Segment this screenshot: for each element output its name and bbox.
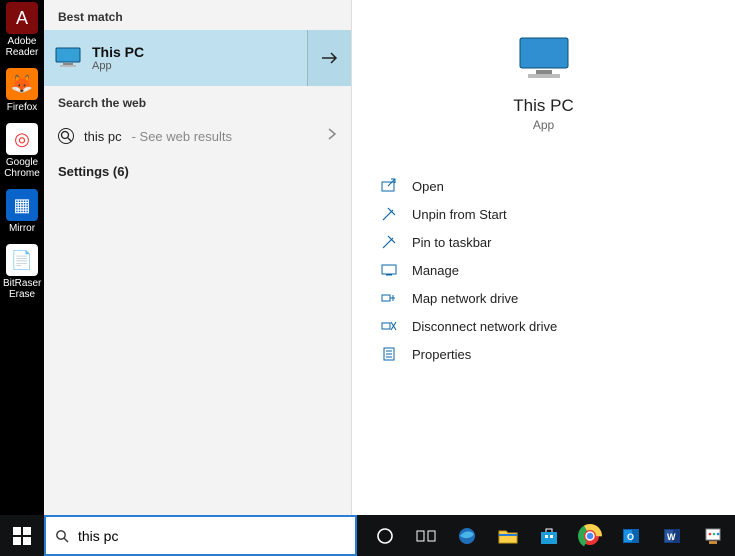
mirror-icon: ▦: [6, 189, 38, 221]
svg-text:O: O: [627, 532, 634, 542]
desktop-icon-bitraser[interactable]: 📄BitRaser Erase: [3, 244, 41, 300]
taskbar-outlook-button[interactable]: O: [613, 515, 649, 556]
action-label: Manage: [412, 263, 459, 278]
action-open[interactable]: Open: [380, 172, 707, 200]
start-search-panel: Best match This PC App Search: [44, 0, 735, 515]
search-icon: [54, 528, 70, 544]
taskbar-word-button[interactable]: W: [654, 515, 690, 556]
desktop-icon-mirror[interactable]: ▦ Mirror: [3, 189, 41, 234]
preview-subtitle: App: [380, 118, 707, 132]
disconnect-network-icon: [380, 317, 398, 335]
action-label: Properties: [412, 347, 471, 362]
action-disconnect-network[interactable]: Disconnect network drive: [380, 312, 707, 340]
taskbar-task-view-button[interactable]: [408, 515, 444, 556]
action-label: Unpin from Start: [412, 207, 507, 222]
action-label: Disconnect network drive: [412, 319, 557, 334]
desktop-icon-google-chrome[interactable]: ◎Google Chrome: [3, 123, 41, 179]
chevron-right-icon: [327, 127, 337, 146]
web-result-hint: - See web results: [132, 129, 232, 144]
taskbar-store-button[interactable]: [531, 515, 567, 556]
taskbar-search-box[interactable]: [44, 515, 357, 556]
taskbar-cortana-button[interactable]: [367, 515, 403, 556]
action-map-network-drive[interactable]: Map network drive: [380, 284, 707, 312]
preview-title: This PC: [380, 96, 707, 116]
explorer-icon: [498, 528, 518, 544]
firefox-icon: 🦊: [6, 68, 38, 100]
best-match-main[interactable]: This PC App: [44, 30, 307, 86]
taskbar-app-icons: OW: [357, 515, 731, 556]
best-match-this-pc[interactable]: This PC App: [44, 30, 351, 86]
taskbar-paint-button[interactable]: [695, 515, 731, 556]
manage-icon: [380, 261, 398, 279]
google-chrome-icon: ◎: [6, 123, 38, 155]
best-match-heading: Best match: [44, 0, 351, 30]
search-results-column: Best match This PC App Search: [44, 0, 352, 515]
this-pc-large-icon: [514, 34, 574, 84]
best-match-text: This PC App: [92, 44, 144, 72]
desktop-icons-strip: AAdobe Reader 🦊 Firefox ◎Google Chrome ▦ Mirr…: [0, 0, 44, 515]
action-pin-taskbar[interactable]: Pin to taskbar: [380, 228, 707, 256]
edge-icon: [457, 526, 477, 546]
desktop-icon-label: Adobe Reader: [3, 36, 41, 58]
cortana-icon: [376, 527, 394, 545]
action-label: Open: [412, 179, 444, 194]
preview-actions-list: Open Unpin from Start Pin to taskbar Manage…: [380, 172, 707, 368]
settings-results-button[interactable]: Settings (6): [44, 156, 351, 187]
web-result-this-pc[interactable]: this pc - See web results: [44, 116, 351, 156]
map-network-drive-icon: [380, 289, 398, 307]
best-match-title: This PC: [92, 44, 144, 60]
outlook-icon: O: [621, 526, 641, 546]
unpin-start-icon: [380, 205, 398, 223]
pin-taskbar-icon: [380, 233, 398, 251]
start-button[interactable]: [0, 515, 44, 556]
action-properties[interactable]: Properties: [380, 340, 707, 368]
action-unpin-start[interactable]: Unpin from Start: [380, 200, 707, 228]
action-label: Map network drive: [412, 291, 518, 306]
bitraser-icon: 📄: [6, 244, 38, 276]
word-icon: W: [662, 526, 682, 546]
svg-text:W: W: [667, 532, 676, 542]
action-label: Pin to taskbar: [412, 235, 492, 250]
taskbar-edge-button[interactable]: [449, 515, 485, 556]
desktop-icon-label: BitRaser Erase: [3, 278, 41, 300]
desktop-icon-firefox[interactable]: 🦊 Firefox: [3, 68, 41, 113]
desktop-icon-adobe-reader[interactable]: AAdobe Reader: [3, 2, 41, 58]
desktop-icon-label: Mirror: [3, 223, 41, 234]
properties-icon: [380, 345, 398, 363]
chrome-icon: [580, 526, 600, 546]
taskbar: OW: [0, 515, 735, 556]
open-icon: [380, 177, 398, 195]
search-web-heading: Search the web: [44, 86, 351, 116]
taskbar-explorer-button[interactable]: [490, 515, 526, 556]
action-manage[interactable]: Manage: [380, 256, 707, 284]
adobe-reader-icon: A: [6, 2, 38, 34]
web-result-query: this pc: [84, 129, 122, 144]
desktop-icon-label: Google Chrome: [3, 157, 41, 179]
best-match-subtitle: App: [92, 60, 144, 72]
task-view-icon: [416, 528, 436, 544]
taskbar-search-input[interactable]: [78, 528, 347, 544]
paint-icon: [703, 526, 723, 546]
open-preview-arrow-button[interactable]: [307, 30, 351, 86]
taskbar-chrome-button[interactable]: [572, 515, 608, 556]
search-preview-pane: This PC App Open Unpin from Start Pin to t…: [352, 0, 735, 515]
this-pc-icon: [54, 44, 82, 72]
desktop-icon-label: Firefox: [3, 102, 41, 113]
preview-header: This PC App: [380, 34, 707, 132]
store-icon: [539, 527, 559, 545]
search-icon: [58, 128, 74, 144]
